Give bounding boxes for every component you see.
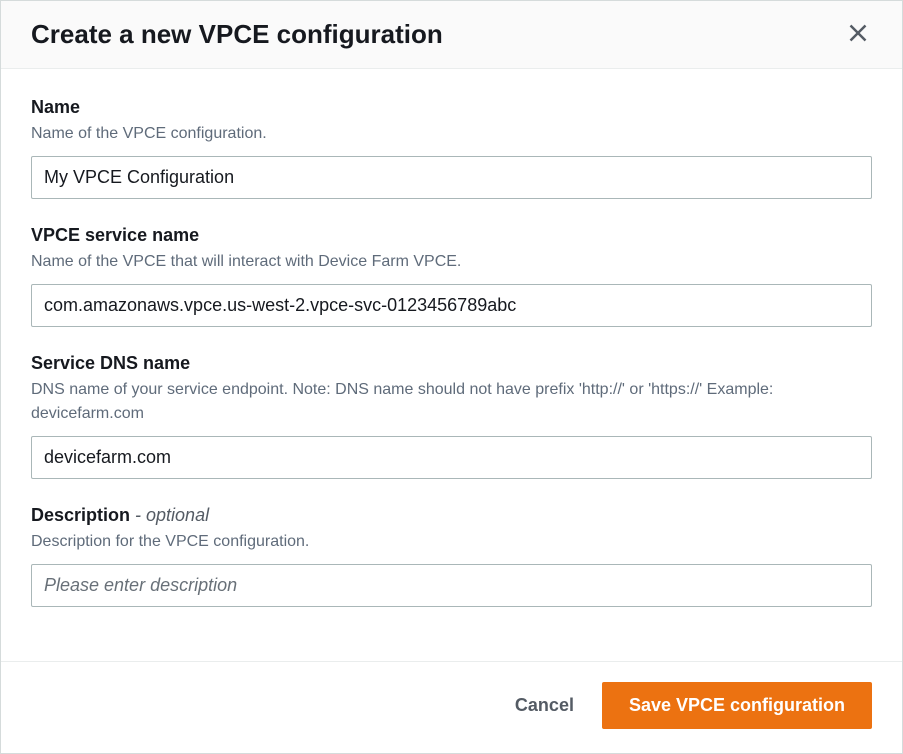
close-button[interactable] xyxy=(844,19,872,50)
modal-header: Create a new VPCE configuration xyxy=(1,1,902,69)
modal-body: Name Name of the VPCE configuration. VPC… xyxy=(1,69,902,661)
close-icon xyxy=(848,23,868,46)
description-help: Description for the VPCE configuration. xyxy=(31,530,872,554)
cancel-button[interactable]: Cancel xyxy=(505,683,584,728)
modal-footer: Cancel Save VPCE configuration xyxy=(1,661,902,753)
dns-name-help: DNS name of your service endpoint. Note:… xyxy=(31,378,872,426)
service-name-label: VPCE service name xyxy=(31,225,872,246)
name-input[interactable] xyxy=(31,156,872,199)
description-label-text: Description xyxy=(31,505,130,525)
dns-name-field-group: Service DNS name DNS name of your servic… xyxy=(31,353,872,479)
vpce-config-modal: Create a new VPCE configuration Name Nam… xyxy=(0,0,903,754)
service-name-input[interactable] xyxy=(31,284,872,327)
save-button[interactable]: Save VPCE configuration xyxy=(602,682,872,729)
dns-name-input[interactable] xyxy=(31,436,872,479)
description-field-group: Description - optional Description for t… xyxy=(31,505,872,607)
description-optional-text: - optional xyxy=(130,505,209,525)
service-name-field-group: VPCE service name Name of the VPCE that … xyxy=(31,225,872,327)
name-field-group: Name Name of the VPCE configuration. xyxy=(31,97,872,199)
name-label: Name xyxy=(31,97,872,118)
dns-name-label: Service DNS name xyxy=(31,353,872,374)
name-help: Name of the VPCE configuration. xyxy=(31,122,872,146)
modal-title: Create a new VPCE configuration xyxy=(31,19,443,50)
description-label: Description - optional xyxy=(31,505,872,526)
description-input[interactable] xyxy=(31,564,872,607)
service-name-help: Name of the VPCE that will interact with… xyxy=(31,250,872,274)
